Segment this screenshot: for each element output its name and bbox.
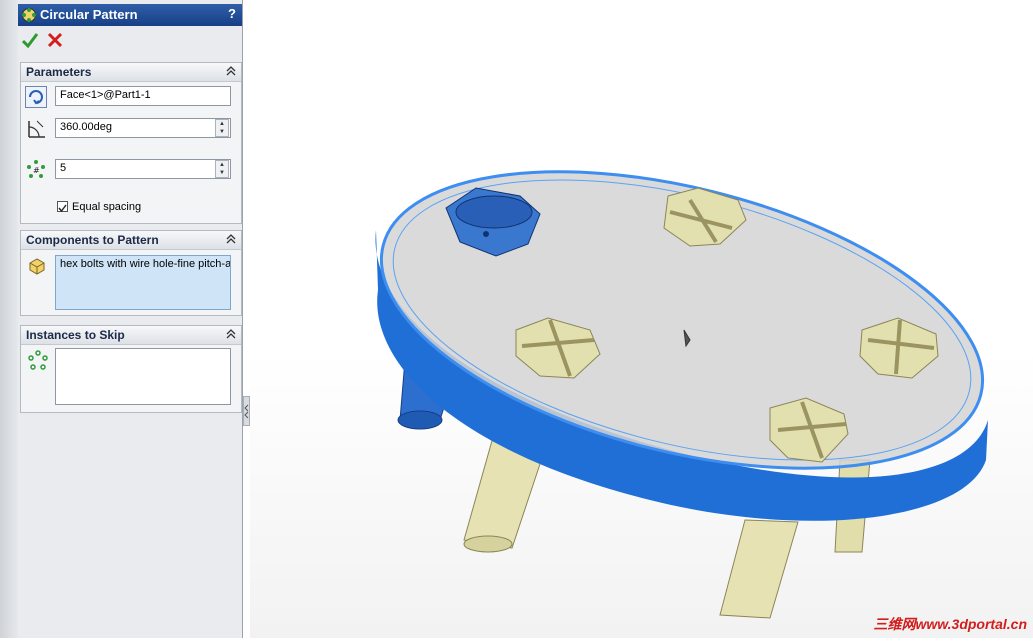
equal-spacing-checkbox[interactable] — [57, 201, 68, 213]
components-group: Components to Pattern hex bolts with wir… — [20, 230, 242, 316]
left-toolbar-strip — [0, 0, 19, 638]
parameters-group: Parameters Face<1>@Part1-1 360.00deg ▲ ▼ … — [20, 62, 242, 224]
equal-spacing-label: Equal spacing — [72, 201, 142, 213]
skip-list[interactable] — [55, 348, 231, 405]
skip-instances-icon — [28, 350, 48, 370]
plate-icon — [375, 170, 988, 521]
collapse-chevron-icon[interactable] — [225, 65, 237, 77]
angle-icon — [28, 120, 45, 138]
cancel-x-icon[interactable] — [46, 31, 64, 49]
collapse-chevron-icon[interactable] — [225, 233, 237, 245]
circular-pattern-icon — [22, 8, 36, 22]
title-bar: Circular Pattern ? — [18, 4, 242, 26]
components-list[interactable]: hex bolts with wire hole-fine pitch-a — [55, 255, 231, 310]
svg-text:#: # — [33, 166, 40, 175]
parameters-title: Parameters — [26, 65, 92, 79]
model-view — [375, 170, 988, 619]
instances-spinner[interactable]: ▲ ▼ — [215, 160, 229, 178]
skip-title: Instances to Skip — [26, 328, 125, 342]
splitter-arrows-icon — [244, 404, 249, 419]
instances-input[interactable]: 5 — [55, 159, 231, 179]
action-bar — [18, 30, 242, 52]
rotation-axis-icon[interactable] — [25, 86, 47, 108]
parameters-header[interactable]: Parameters — [21, 63, 241, 82]
watermark: 三维网www.3dportal.cn — [873, 616, 1028, 632]
axis-selection-field[interactable]: Face<1>@Part1-1 — [55, 86, 231, 106]
angle-spinner[interactable]: ▲ ▼ — [215, 119, 229, 137]
collapse-chevron-icon[interactable] — [225, 328, 237, 340]
components-header[interactable]: Components to Pattern — [21, 231, 241, 250]
skip-group: Instances to Skip — [20, 325, 242, 413]
graphics-area[interactable] — [250, 0, 1033, 638]
skip-header[interactable]: Instances to Skip — [21, 326, 241, 345]
property-manager: Circular Pattern ? Parameters Face<1>@Pa… — [18, 0, 243, 638]
components-title: Components to Pattern — [26, 233, 159, 247]
panel-title: Circular Pattern — [40, 7, 138, 22]
instances-icon: # — [27, 160, 45, 178]
angle-input[interactable]: 360.00deg — [55, 118, 231, 138]
component-icon — [29, 258, 45, 275]
help-button[interactable]: ? — [228, 6, 236, 21]
panel-splitter-handle[interactable] — [243, 396, 250, 426]
checkmark-icon — [58, 204, 67, 213]
ok-check-icon[interactable] — [21, 31, 39, 49]
component-item[interactable]: hex bolts with wire hole-fine pitch-a — [60, 258, 230, 270]
